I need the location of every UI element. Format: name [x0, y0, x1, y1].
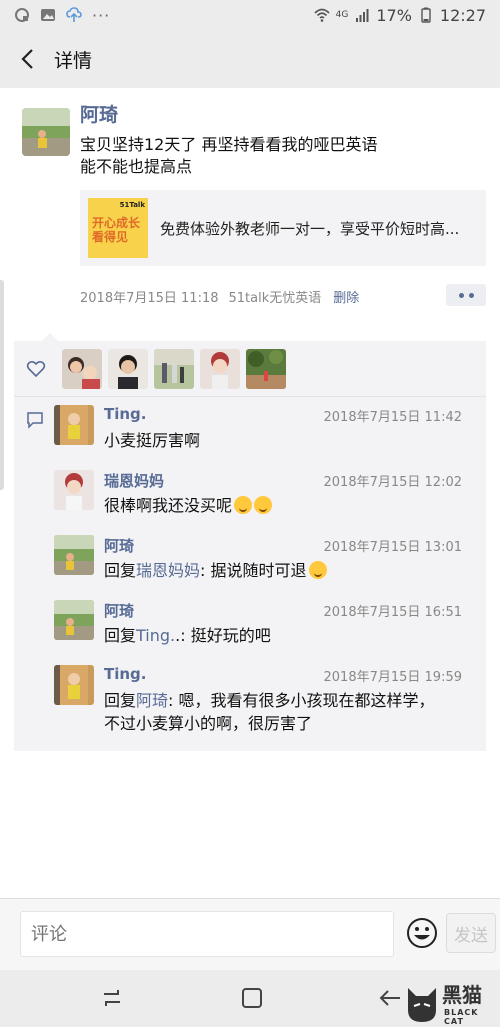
battery-icon: [421, 7, 431, 23]
commenter-avatar[interactable]: [54, 665, 94, 705]
dot-icon: [468, 292, 474, 298]
comment-item[interactable]: 瑞恩妈妈 2018年7月15日 12:02 很棒啊我还没买呢: [54, 462, 486, 527]
heart-icon: [26, 360, 46, 377]
watermark-logo: 黑猫 BLACK CAT: [404, 983, 500, 1026]
comment-input[interactable]: [20, 911, 394, 957]
comment-item[interactable]: Ting. 2018年7月15日 11:42 小麦挺厉害啊: [54, 397, 486, 462]
comment-time: 2018年7月15日 13:01: [323, 540, 463, 555]
like-avatar[interactable]: [246, 348, 286, 389]
post-text-line-1: 宝贝坚持12天了 再坚持看看我的哑巴英语: [80, 135, 378, 154]
post-source[interactable]: 51talk无忧英语: [229, 287, 322, 306]
image-icon: [41, 9, 55, 21]
reply-prefix: 回复: [104, 691, 137, 710]
commenter-name[interactable]: Ting.: [104, 405, 147, 423]
comment-text: 回复阿琦: 嗯，我看有很多小孩现在都这样学， 不过小麦算小的啊，很厉害了: [104, 689, 474, 735]
commenter-avatar[interactable]: [54, 470, 94, 510]
reply-target-name[interactable]: 瑞恩妈妈: [136, 561, 200, 580]
status-bar: ··· 4G 17% 12:27: [0, 0, 500, 30]
like-avatar[interactable]: [154, 348, 194, 389]
signal-icon: [356, 9, 369, 22]
qq-icon: [15, 8, 29, 22]
back-button[interactable]: [8, 39, 48, 79]
author-avatar[interactable]: [22, 108, 70, 156]
edge-scroll-handle[interactable]: [0, 280, 4, 490]
home-icon[interactable]: [240, 986, 264, 1010]
comment-input-bar: 发送: [0, 898, 500, 970]
recent-apps-icon[interactable]: [100, 986, 124, 1010]
send-button[interactable]: 发送: [446, 913, 496, 953]
post-text: 宝贝坚持12天了 再坚持看看我的哑巴英语 能不能也提高点: [80, 134, 486, 178]
commenter-name[interactable]: 瑞恩妈妈: [104, 470, 164, 491]
comment-time: 2018年7月15日 19:59: [323, 670, 463, 685]
comment-text-body: .: 挺好玩的吧: [175, 626, 271, 645]
comment-item[interactable]: 阿琦 2018年7月15日 16:51 回复Ting..: 挺好玩的吧: [54, 592, 486, 657]
commenter-avatar[interactable]: [54, 535, 94, 575]
dot-icon: [458, 292, 464, 298]
reply-prefix: 回复: [104, 626, 137, 645]
comment-text-body: : 嗯，我看有很多小孩现在都这样学，: [168, 691, 435, 710]
back-arrow-icon: [21, 49, 33, 69]
page-title: 详情: [54, 49, 93, 72]
link-thumbnail: 51Talk 开心成长 看得见: [88, 198, 148, 258]
status-left-icons: ···: [14, 6, 110, 25]
battery-percent: 17%: [376, 5, 412, 25]
panel-caret: [42, 333, 58, 341]
more-status-icon: ···: [92, 5, 111, 25]
comment-text: 很棒啊我还没买呢: [104, 494, 474, 517]
post-time: 2018年7月15日 11:18: [80, 290, 219, 306]
like-avatar[interactable]: [200, 348, 240, 389]
like-avatar[interactable]: [62, 348, 102, 389]
comment-time: 2018年7月15日 16:51: [323, 605, 463, 620]
commenter-name[interactable]: Ting.: [104, 665, 147, 683]
wifi-icon: [314, 8, 330, 22]
reply-prefix: 回复: [104, 561, 137, 580]
laughing-emoji-icon: [308, 561, 327, 579]
commenter-name[interactable]: 阿琦: [104, 600, 134, 621]
post-text-line-2: 能不能也提高点: [80, 157, 193, 176]
upload-icon: [66, 7, 82, 22]
likes-row: [14, 341, 486, 397]
commenter-avatar[interactable]: [54, 600, 94, 640]
commenter-avatar[interactable]: [54, 405, 94, 445]
black-cat-logo-icon: [408, 988, 436, 1022]
post-author[interactable]: 阿琦: [80, 102, 486, 128]
clock: 12:27: [439, 5, 486, 25]
like-avatar[interactable]: [108, 348, 148, 389]
post-meta: 2018年7月15日 11:18 51talk无忧英语 删除: [80, 284, 486, 308]
thumb-slogan: 开心成长 看得见: [92, 216, 140, 244]
watermark-text: 黑猫: [442, 983, 482, 1007]
network-label: 4G: [335, 10, 349, 20]
comment-text: 回复Ting..: 挺好玩的吧: [104, 624, 474, 647]
comment-item[interactable]: Ting. 2018年7月15日 19:59 回复阿琦: 嗯，我看有很多小孩现在…: [54, 657, 486, 743]
comment-item[interactable]: 阿琦 2018年7月15日 13:01 回复瑞恩妈妈: 据说随时可退: [54, 527, 486, 592]
comment-text: 小麦挺厉害啊: [104, 431, 201, 450]
comment-text-line-2: 不过小麦算小的啊，很厉害了: [104, 714, 313, 733]
post-body: 阿琦 宝贝坚持12天了 再坚持看看我的哑巴英语 能不能也提高点 51Talk 开…: [80, 102, 486, 308]
interactions-panel: Ting. 2018年7月15日 11:42 小麦挺厉害啊 瑞恩妈妈 2018年…: [14, 333, 486, 751]
status-right: 4G 17% 12:27: [314, 6, 486, 25]
shared-link-card[interactable]: 51Talk 开心成长 看得见 免费体验外教老师一对一，享受平价短时高...: [80, 190, 486, 266]
thumb-slogan-line-1: 开心成长: [92, 216, 141, 230]
watermark-sub: BLACK CAT: [444, 1008, 479, 1026]
thinking-emoji-icon: [234, 496, 253, 514]
delete-button[interactable]: 删除: [333, 287, 359, 306]
comment-list: Ting. 2018年7月15日 11:42 小麦挺厉害啊 瑞恩妈妈 2018年…: [14, 397, 486, 751]
comment-time: 2018年7月15日 12:02: [323, 475, 463, 490]
comment-icon: [27, 412, 43, 429]
reply-target-name[interactable]: 阿琦: [136, 691, 168, 710]
nav-bar: 详情: [0, 30, 500, 88]
comment-text: 回复瑞恩妈妈: 据说随时可退: [104, 559, 474, 582]
thinking-emoji-icon: [254, 496, 273, 514]
comment-text-body: 很棒啊我还没买呢: [104, 496, 233, 515]
emoji-picker-icon[interactable]: [406, 917, 438, 949]
more-actions-button[interactable]: [446, 284, 486, 306]
comment-text-body: : 据说随时可退: [200, 561, 307, 580]
link-title: 免费体验外教老师一对一，享受平价短时高...: [160, 219, 460, 238]
comment-time: 2018年7月15日 11:42: [323, 410, 463, 425]
back-nav-icon[interactable]: [378, 986, 402, 1010]
thumb-slogan-line-2: 看得见: [92, 230, 129, 244]
thumb-logo: 51Talk: [119, 201, 145, 209]
commenter-name[interactable]: 阿琦: [104, 535, 134, 556]
reply-target-name[interactable]: Ting.: [136, 626, 175, 645]
